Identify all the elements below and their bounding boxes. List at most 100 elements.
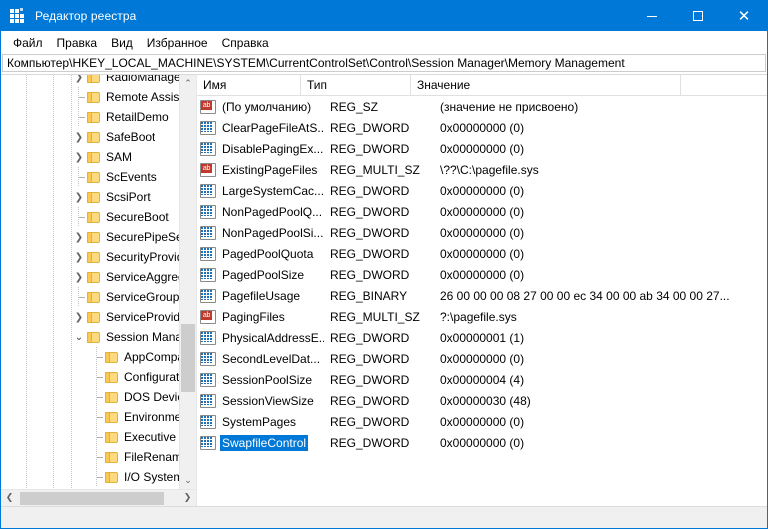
value-name-cell: SystemPages xyxy=(220,414,324,430)
table-row[interactable]: SecondLevelDat... REG_DWORD 0x00000000 (0) xyxy=(197,348,767,369)
value-name-cell: PagefileUsage xyxy=(220,288,324,304)
tree-item-safeboot[interactable]: ❯ SafeBoot xyxy=(1,127,179,147)
close-button[interactable]: ✕ xyxy=(721,1,767,31)
value-name-cell: PagingFiles xyxy=(220,309,324,325)
binary-value-icon xyxy=(200,225,216,240)
tree-item-securityprovide[interactable]: ❯ SecurityProvide xyxy=(1,247,179,267)
value-type-cell: REG_SZ xyxy=(330,99,379,114)
tree-indent-spacer xyxy=(1,267,71,287)
tree-indent-spacer xyxy=(1,167,71,187)
tree-item-remote-assista[interactable]: Remote Assista xyxy=(1,87,179,107)
column-header-filler[interactable] xyxy=(681,75,767,95)
tree-item-serviceprovide[interactable]: ❯ ServiceProvide xyxy=(1,307,179,327)
tree-item-kernel[interactable]: ❯kernel xyxy=(1,487,179,489)
chevron-right-icon[interactable]: ❯ xyxy=(71,307,87,327)
chevron-right-icon[interactable]: ❯ xyxy=(71,75,87,87)
folder-icon xyxy=(87,211,101,223)
tree-connector-line xyxy=(89,367,105,387)
tree-item-i-o-system[interactable]: I/O System xyxy=(1,467,179,487)
chevron-right-icon[interactable]: ❯ xyxy=(71,187,87,207)
table-row[interactable]: PhysicalAddressE... REG_DWORD 0x00000001 (… xyxy=(197,327,767,348)
table-row[interactable]: SwapfileControl REG_DWORD 0x00000000 (0) xyxy=(197,432,767,453)
table-row[interactable]: PagefileUsage REG_BINARY 26 00 00 00 08 27… xyxy=(197,285,767,306)
tree-item-label: ServiceGroupO xyxy=(106,290,179,304)
tree-scroll-track[interactable] xyxy=(180,92,196,472)
table-row[interactable]: LargeSystemCac... REG_DWORD 0x00000000 (0) xyxy=(197,180,767,201)
table-row[interactable]: SessionViewSize REG_DWORD 0x00000030 (48) xyxy=(197,390,767,411)
scroll-up-arrow-icon[interactable]: ⌃ xyxy=(180,75,196,92)
value-name-cell: PhysicalAddressE... xyxy=(220,330,324,346)
tree-item-label: Environmen xyxy=(124,410,179,424)
tree-item-servicegroupo[interactable]: ServiceGroupO xyxy=(1,287,179,307)
column-header-value[interactable]: Значение xyxy=(411,75,681,95)
value-name-text: SessionPoolSize xyxy=(222,372,313,387)
value-type-cell: REG_DWORD xyxy=(330,351,410,366)
menu-file[interactable]: Файл xyxy=(6,34,50,52)
minimize-button[interactable] xyxy=(629,1,675,31)
menu-help[interactable]: Справка xyxy=(215,34,276,52)
column-header-type[interactable]: Тип xyxy=(301,75,411,95)
chevron-right-icon[interactable]: ❯ xyxy=(71,147,87,167)
chevron-right-icon[interactable]: ❯ xyxy=(71,247,87,267)
tree-item-appcompa[interactable]: AppCompa xyxy=(1,347,179,367)
address-bar-container: Компьютер\HKEY_LOCAL_MACHINE\SYSTEM\Curr… xyxy=(1,54,767,74)
table-row[interactable]: NonPagedPoolSi... REG_DWORD 0x00000000 (0) xyxy=(197,222,767,243)
tree-item-retaildemo[interactable]: RetailDemo xyxy=(1,107,179,127)
tree-item-session-manag[interactable]: ⌄ Session Manag xyxy=(1,327,179,347)
value-data-cell: 0x00000000 (0) xyxy=(440,183,525,198)
address-bar[interactable]: Компьютер\HKEY_LOCAL_MACHINE\SYSTEM\Curr… xyxy=(2,54,766,72)
table-row[interactable]: SystemPages REG_DWORD 0x00000000 (0) xyxy=(197,411,767,432)
chevron-right-icon[interactable]: ❯ xyxy=(71,127,87,147)
table-row[interactable]: DisablePagingEx... REG_DWORD 0x00000000 (0… xyxy=(197,138,767,159)
window-controls: ✕ xyxy=(629,1,767,31)
tree-item-serviceaggreg[interactable]: ❯ ServiceAggreg xyxy=(1,267,179,287)
folder-icon xyxy=(105,371,119,383)
tree-item-filerename[interactable]: FileRename xyxy=(1,447,179,467)
tree-item-scsiport[interactable]: ❯ ScsiPort xyxy=(1,187,179,207)
value-name-cell: SessionPoolSize xyxy=(220,372,324,388)
tree-item-environmen[interactable]: Environmen xyxy=(1,407,179,427)
scroll-left-arrow-icon[interactable]: ❮ xyxy=(1,493,18,503)
tree-hscroll-thumb[interactable] xyxy=(20,491,164,505)
tree-item-sam[interactable]: ❯ SAM xyxy=(1,147,179,167)
scroll-down-arrow-icon[interactable]: ⌄ xyxy=(180,472,196,489)
maximize-button[interactable] xyxy=(675,1,721,31)
table-row[interactable]: PagedPoolQuota REG_DWORD 0x00000000 (0) xyxy=(197,243,767,264)
menu-favorites[interactable]: Избранное xyxy=(140,34,215,52)
scroll-right-arrow-icon[interactable]: ❯ xyxy=(179,493,196,503)
registry-tree[interactable]: ❯ RadioManager Remote Assista RetailDemo ❯ Sa… xyxy=(1,75,179,489)
column-header-name[interactable]: Имя xyxy=(197,75,301,95)
tree-item-configuratio[interactable]: Configuratio xyxy=(1,367,179,387)
value-data-cell: 0x00000000 (0) xyxy=(440,351,525,366)
tree-hscroll-track[interactable] xyxy=(18,491,179,506)
tree-item-label: Session Manag xyxy=(106,330,179,344)
table-row[interactable]: ab PagingFiles REG_MULTI_SZ ?:\pagefile.sys xyxy=(197,306,767,327)
registry-tree-pane: ❯ RadioManager Remote Assista RetailDemo ❯ Sa… xyxy=(1,74,197,506)
table-row[interactable]: PagedPoolSize REG_DWORD 0x00000000 (0) xyxy=(197,264,767,285)
tree-scroll-thumb[interactable] xyxy=(181,324,195,392)
tree-item-label: AppCompa xyxy=(124,350,179,364)
chevron-right-icon[interactable]: ❯ xyxy=(71,227,87,247)
tree-item-secureboot[interactable]: SecureBoot xyxy=(1,207,179,227)
tree-item-scevents[interactable]: ScEvents xyxy=(1,167,179,187)
value-type-cell: REG_DWORD xyxy=(330,120,410,135)
chevron-right-icon[interactable]: ❯ xyxy=(89,487,105,489)
table-row[interactable]: ClearPageFileAtS... REG_DWORD 0x00000000 (… xyxy=(197,117,767,138)
value-type-cell: REG_MULTI_SZ xyxy=(330,162,420,177)
tree-item-executive[interactable]: Executive xyxy=(1,427,179,447)
table-row[interactable]: SessionPoolSize REG_DWORD 0x00000004 (4) xyxy=(197,369,767,390)
menu-edit[interactable]: Правка xyxy=(50,34,105,52)
menu-view[interactable]: Вид xyxy=(104,34,140,52)
tree-item-securepipeserv[interactable]: ❯ SecurePipeServ xyxy=(1,227,179,247)
tree-item-dos-device[interactable]: DOS Device xyxy=(1,387,179,407)
tree-vertical-scrollbar[interactable]: ⌃ ⌄ xyxy=(179,75,196,489)
chevron-right-icon[interactable]: ❯ xyxy=(71,267,87,287)
value-data-cell: ?:\pagefile.sys xyxy=(440,309,517,324)
registry-values-list[interactable]: ab (По умолчанию) REG_SZ (значение не присв… xyxy=(197,96,767,506)
table-row[interactable]: ab ExistingPageFiles REG_MULTI_SZ \??\C:\pa… xyxy=(197,159,767,180)
tree-horizontal-scrollbar[interactable]: ❮ ❯ xyxy=(1,489,196,506)
chevron-down-icon[interactable]: ⌄ xyxy=(71,327,87,347)
table-row[interactable]: ab (По умолчанию) REG_SZ (значение не присв… xyxy=(197,96,767,117)
tree-item-radiomanager[interactable]: ❯ RadioManager xyxy=(1,75,179,87)
table-row[interactable]: NonPagedPoolQ... REG_DWORD 0x00000000 (0) xyxy=(197,201,767,222)
